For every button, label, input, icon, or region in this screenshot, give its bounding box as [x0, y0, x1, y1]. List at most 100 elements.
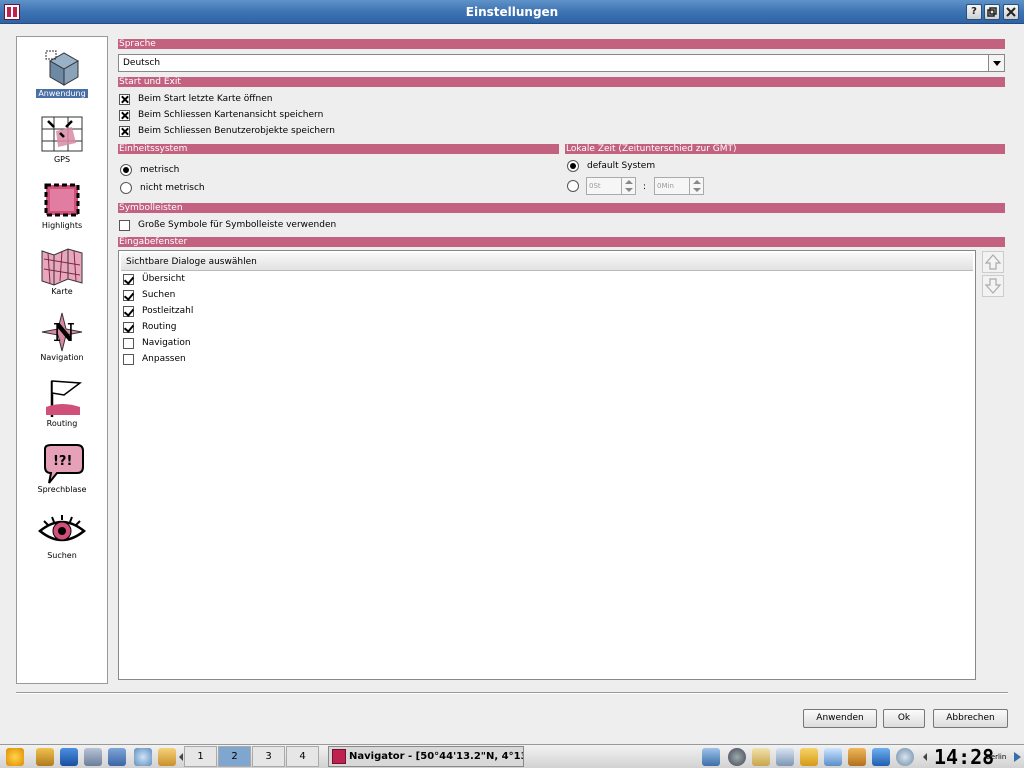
nav-item-sprechblase[interactable]: !?! Sprechblase: [17, 443, 107, 509]
radio-row[interactable]: [567, 179, 587, 193]
checkbox[interactable]: [123, 321, 134, 333]
cube-icon: [45, 50, 80, 86]
section-symbolleisten: Symbolleisten: [118, 203, 1005, 213]
ok-button[interactable]: Ok: [883, 709, 925, 728]
chevron-right-icon: [1014, 752, 1021, 762]
screen-icon[interactable]: [824, 748, 842, 766]
radio-label: default System: [587, 161, 656, 171]
language-value: Deutsch: [123, 58, 161, 68]
checkbox[interactable]: [119, 93, 130, 105]
checkbox[interactable]: [123, 305, 134, 317]
kde-menu-icon[interactable]: [6, 748, 24, 766]
dialog-list: Sichtbare Dialoge auswählen Übersicht Su…: [118, 250, 976, 680]
nav-item-anwendung[interactable]: Anwendung: [17, 47, 107, 113]
kde-icon[interactable]: [728, 748, 746, 766]
globe-icon[interactable]: [134, 748, 152, 766]
desktop-2[interactable]: 2: [218, 746, 251, 767]
checkbox-label: Beim Start letzte Karte öffnen: [138, 94, 273, 104]
svg-text:N: N: [53, 318, 75, 347]
desktop-3[interactable]: 3: [252, 746, 285, 767]
list-item[interactable]: Postleitzahl: [123, 304, 193, 318]
tools-icon[interactable]: [108, 748, 126, 766]
eye-icon: [38, 515, 86, 542]
checkbox[interactable]: [119, 109, 130, 121]
checkbox-row[interactable]: Beim Schliessen Benutzerobjekte speicher…: [119, 124, 335, 138]
checkbox-row[interactable]: Beim Start letzte Karte öffnen: [119, 92, 272, 106]
arrow-down-icon: [984, 278, 1002, 294]
network-icon[interactable]: [702, 748, 720, 766]
radio-custom-offset[interactable]: [567, 180, 579, 192]
title-bar[interactable]: Einstellungen ?: [0, 0, 1024, 24]
time-separator: :: [643, 182, 647, 192]
move-down-button[interactable]: [982, 275, 1004, 297]
klipper-icon[interactable]: [752, 748, 770, 766]
checkbox-label: Beim Schliessen Kartenansicht speichern: [138, 110, 324, 120]
list-item[interactable]: Übersicht: [123, 272, 185, 286]
checkbox[interactable]: [123, 273, 134, 285]
settings-nav: Anwendung GPS Highlights Karte N Navigat…: [16, 36, 108, 684]
nav-item-karte[interactable]: Karte: [17, 245, 107, 311]
radio-row[interactable]: default System: [567, 159, 655, 173]
checkbox[interactable]: [123, 337, 134, 349]
nav-item-suchen[interactable]: Suchen: [17, 509, 107, 575]
nav-item-navigation[interactable]: N Navigation: [17, 311, 107, 377]
checkbox-row[interactable]: Beim Schliessen Kartenansicht speichern: [119, 108, 323, 122]
chevron-down-icon[interactable]: [988, 55, 1004, 71]
desktop-1[interactable]: 1: [184, 746, 217, 767]
list-item[interactable]: Routing: [123, 320, 177, 334]
radio-row[interactable]: nicht metrisch: [120, 181, 205, 195]
map-icon: [41, 248, 83, 286]
spin-up-icon[interactable]: [690, 178, 703, 186]
panel-expand[interactable]: [1012, 750, 1022, 764]
radio-row[interactable]: metrisch: [120, 163, 179, 177]
mail-icon[interactable]: [158, 748, 176, 766]
spin-down-icon[interactable]: [690, 186, 703, 194]
nav-item-label: Suchen: [47, 551, 77, 560]
nav-item-routing[interactable]: Routing: [17, 377, 107, 443]
language-select[interactable]: Deutsch: [118, 54, 1005, 72]
list-item[interactable]: Anpassen: [123, 352, 186, 366]
close-button[interactable]: [1003, 4, 1019, 20]
nav-item-label: Routing: [46, 419, 78, 428]
checkbox-row[interactable]: Große Symbole für Symbolleiste verwenden: [119, 218, 336, 232]
cube-app-icon[interactable]: [60, 748, 78, 766]
restore-icon: [987, 7, 997, 17]
update-icon[interactable]: [896, 748, 914, 766]
checkbox-label: Große Symbole für Symbolleiste verwenden: [138, 220, 337, 230]
settings-gear-icon[interactable]: [84, 748, 102, 766]
speech-bubble-icon: !?!: [44, 444, 84, 484]
radio-default-system[interactable]: [567, 160, 579, 172]
tag-icon[interactable]: [800, 748, 818, 766]
hours-value: 0St: [589, 182, 601, 190]
nav-item-label: Navigation: [40, 353, 84, 362]
help-button[interactable]: ?: [966, 4, 982, 20]
radio-metrisch[interactable]: [120, 164, 132, 176]
folder-icon[interactable]: [848, 748, 866, 766]
minutes-spinbox[interactable]: 0Min: [654, 177, 704, 195]
radio-nicht-metrisch[interactable]: [120, 182, 132, 194]
task-navigator[interactable]: Navigator - [50°44'13.2"N, 4°13'53: [328, 746, 524, 767]
spin-down-icon[interactable]: [622, 186, 635, 194]
volume-icon[interactable]: [776, 748, 794, 766]
checkbox[interactable]: [119, 219, 130, 231]
checkbox[interactable]: [123, 289, 134, 301]
spin-up-icon[interactable]: [622, 178, 635, 186]
nav-item-label: Highlights: [41, 221, 83, 230]
list-item[interactable]: Suchen: [123, 288, 175, 302]
desktop-4[interactable]: 4: [286, 746, 319, 767]
restore-button[interactable]: [984, 4, 1000, 20]
download-icon[interactable]: [872, 748, 890, 766]
nav-item-highlights[interactable]: Highlights: [17, 179, 107, 245]
move-up-button[interactable]: [982, 251, 1004, 273]
cancel-button[interactable]: Abbrechen: [933, 709, 1008, 728]
hours-spinbox[interactable]: 0St: [586, 177, 636, 195]
apply-button[interactable]: Anwenden: [803, 709, 877, 728]
nav-item-label: GPS: [53, 155, 71, 164]
clock-city: Berlin: [986, 753, 1007, 761]
home-icon[interactable]: [36, 748, 54, 766]
nav-item-gps[interactable]: GPS: [17, 113, 107, 179]
tray-handle[interactable]: [922, 749, 928, 765]
checkbox[interactable]: [119, 125, 130, 137]
checkbox[interactable]: [123, 353, 134, 365]
list-item[interactable]: Navigation: [123, 336, 191, 350]
